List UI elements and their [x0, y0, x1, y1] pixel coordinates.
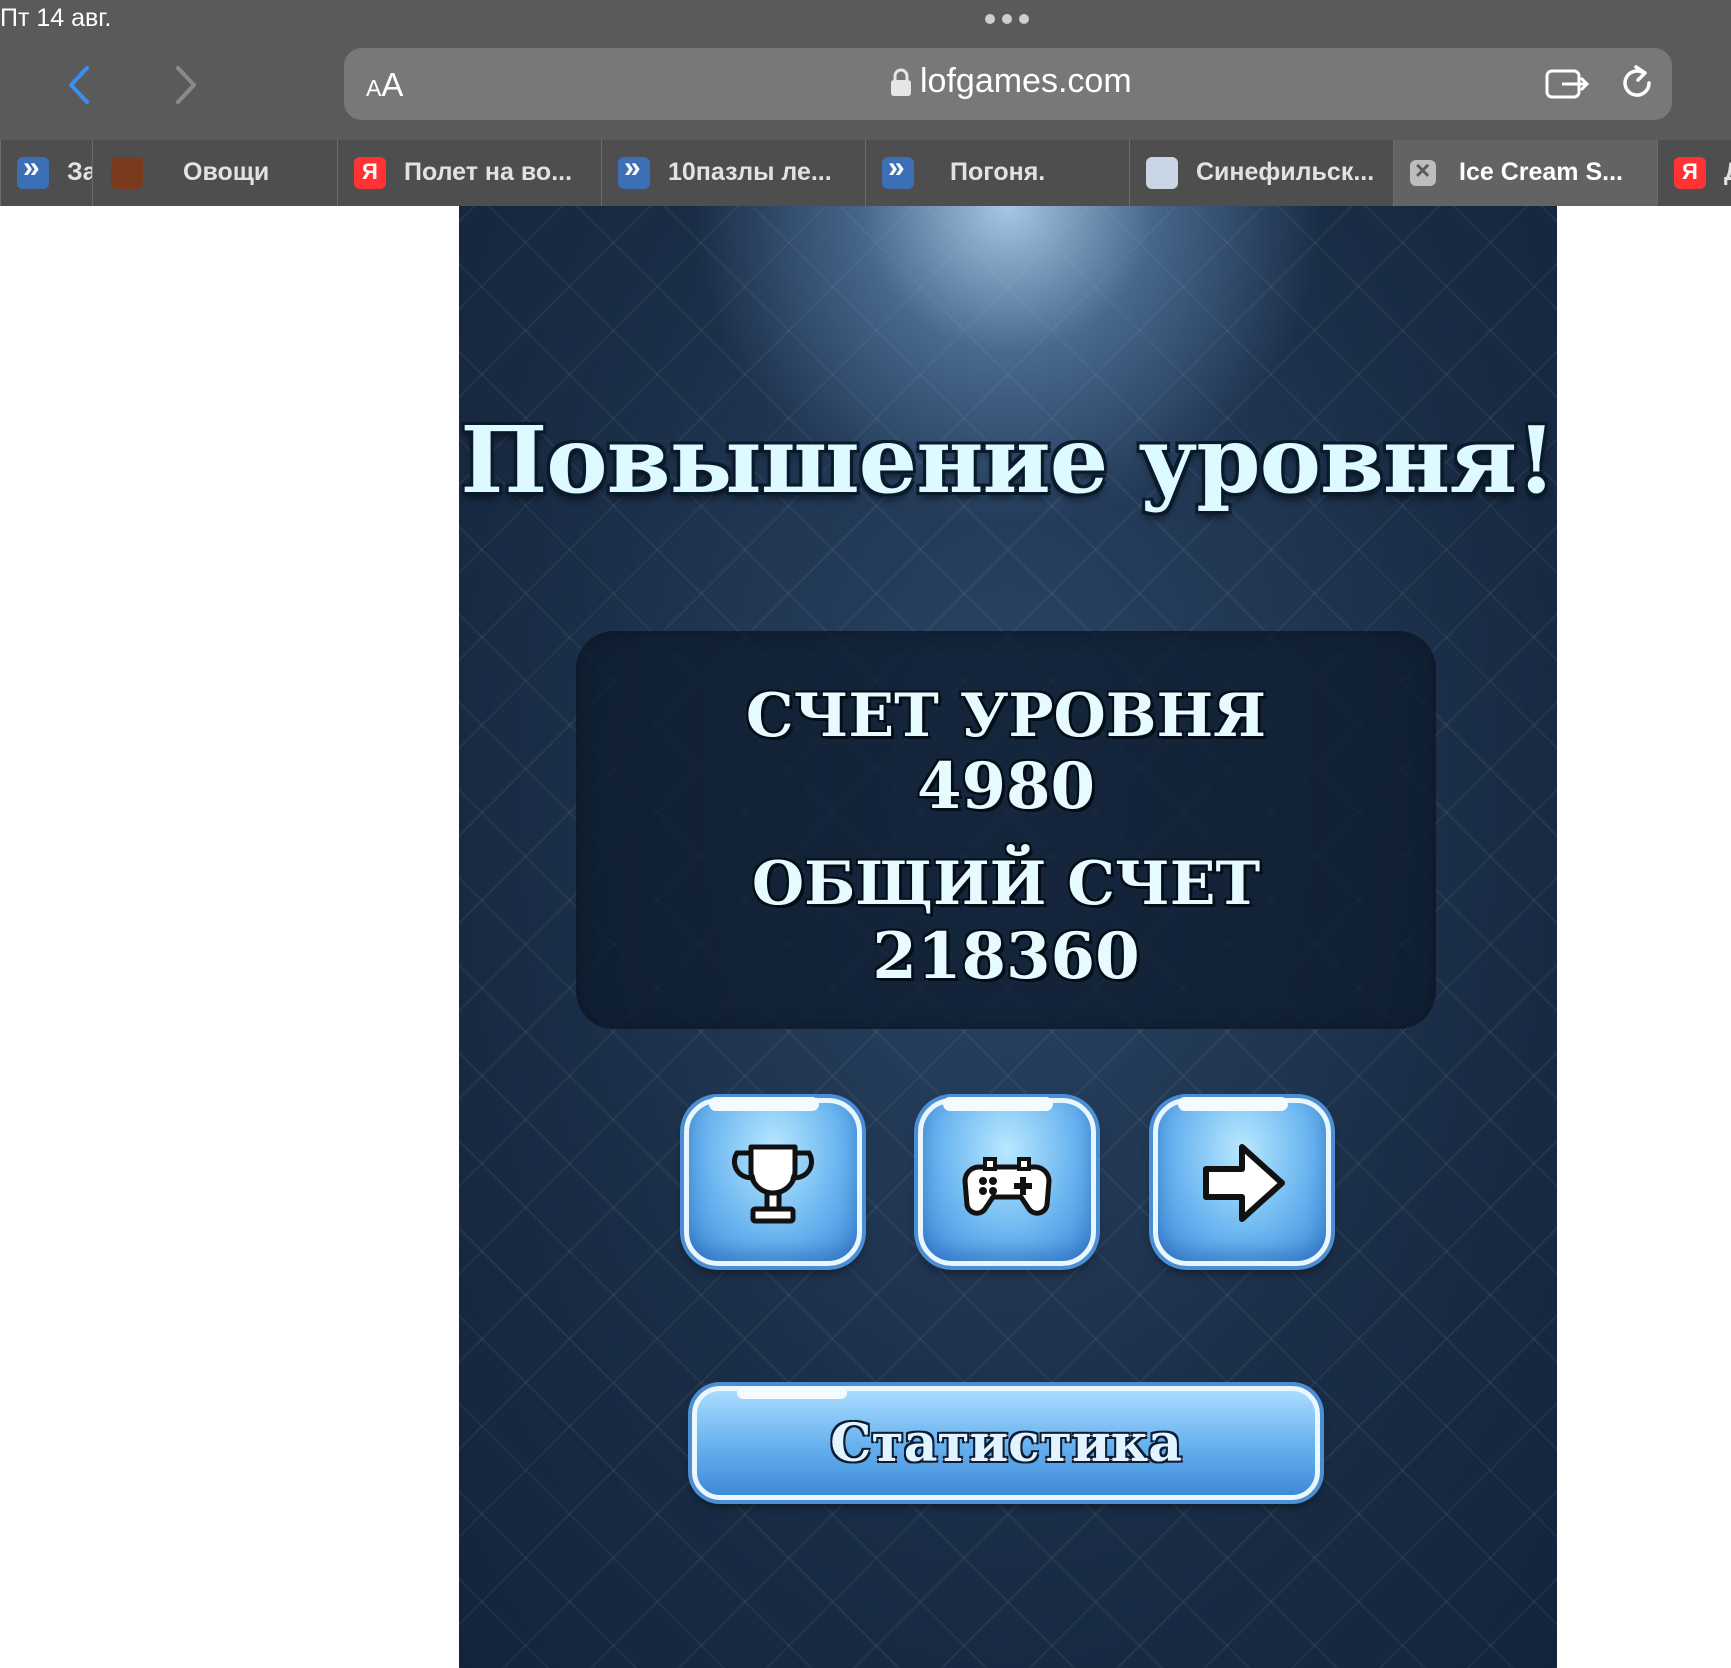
- text-size-button[interactable]: AA: [366, 66, 403, 104]
- reader-extension-icon[interactable]: [1544, 63, 1590, 105]
- browser-chrome: Пт 14 авг. AA lofgames.com За Овощи: [0, 0, 1731, 206]
- tab-3[interactable]: Полет на во...: [337, 140, 601, 206]
- tab-label: Овощи: [183, 158, 270, 186]
- game-screen: Повышение уровня! СЧЕТ УРОВНЯ 4980 ОБЩИЙ…: [459, 206, 1557, 1668]
- lofgames-favicon-icon: [618, 151, 650, 189]
- score-panel: СЧЕТ УРОВНЯ 4980 ОБЩИЙ СЧЕТ 218360: [576, 631, 1436, 1029]
- chevron-left-icon: [69, 66, 89, 104]
- statistics-button[interactable]: Статистика: [692, 1386, 1320, 1500]
- trophy-icon: [731, 1144, 815, 1224]
- lock-icon: [891, 68, 911, 96]
- tab-bar: За Овощи Полет на во... 10пазлы ле... По…: [0, 140, 1731, 206]
- gamepad-icon: [962, 1157, 1052, 1216]
- tab-2[interactable]: Овощи: [92, 140, 337, 206]
- tab-label: Погоня.: [950, 158, 1046, 186]
- yandex-favicon-icon: [1674, 157, 1706, 189]
- next-level-button[interactable]: [1153, 1097, 1331, 1266]
- forward-button[interactable]: [160, 60, 210, 110]
- address-bar[interactable]: AA lofgames.com: [344, 48, 1672, 120]
- tab-label: Ice Cream S...: [1459, 158, 1623, 186]
- vegetables-favicon-icon: [111, 157, 143, 189]
- url-text: lofgames.com: [920, 62, 1132, 100]
- tab-7-active[interactable]: Ice Cream S...: [1393, 140, 1657, 206]
- total-score-label: ОБЩИЙ СЧЕТ: [751, 849, 1261, 919]
- status-time: Пт 14 авг.: [0, 4, 112, 32]
- yandex-favicon-icon: [354, 157, 386, 189]
- arrow-right-icon: [1203, 1144, 1285, 1222]
- multitasking-dots-icon[interactable]: [985, 14, 1029, 24]
- tab-label: 10пазлы ле...: [668, 158, 832, 186]
- tab-label: За: [67, 158, 92, 186]
- close-tab-icon[interactable]: [1410, 155, 1436, 186]
- level-score-label: СЧЕТ УРОВНЯ: [745, 681, 1267, 751]
- back-button[interactable]: [55, 60, 105, 110]
- tab-8[interactable]: Д: [1657, 140, 1731, 206]
- level-score-value: 4980: [916, 749, 1096, 824]
- tab-label: Синефильск...: [1196, 158, 1375, 186]
- leaderboard-button[interactable]: [684, 1097, 862, 1266]
- cinema-favicon-icon: [1146, 157, 1178, 189]
- level-up-title: Повышение уровня!: [460, 406, 1556, 514]
- lofgames-favicon-icon: [882, 151, 914, 189]
- tab-5[interactable]: Погоня.: [865, 140, 1129, 206]
- tab-6[interactable]: Синефильск...: [1129, 140, 1393, 206]
- tab-4[interactable]: 10пазлы ле...: [601, 140, 865, 206]
- more-games-button[interactable]: [918, 1097, 1096, 1266]
- total-score-value: 218360: [872, 919, 1140, 994]
- tab-label: Полет на во...: [404, 158, 573, 186]
- tab-label: Д: [1724, 158, 1731, 187]
- reload-icon[interactable]: [1616, 62, 1658, 104]
- lofgames-favicon-icon: [17, 151, 49, 189]
- tab-1[interactable]: За: [0, 140, 92, 206]
- statistics-button-label: Статистика: [830, 1413, 1182, 1474]
- chevron-right-icon: [176, 66, 196, 104]
